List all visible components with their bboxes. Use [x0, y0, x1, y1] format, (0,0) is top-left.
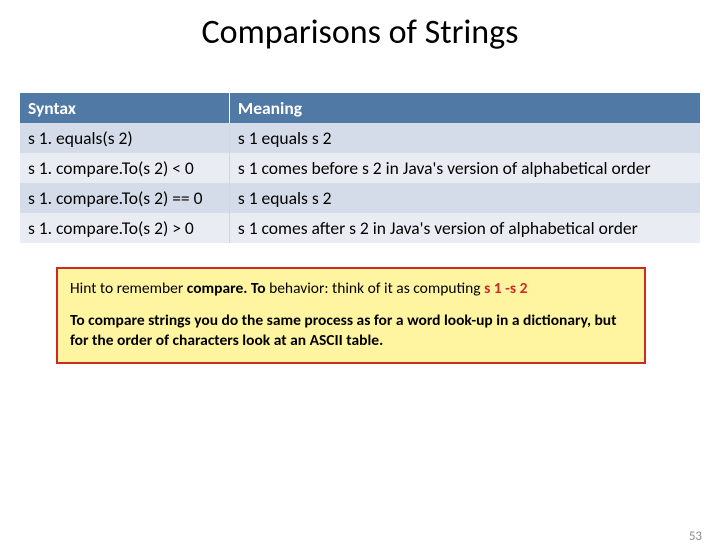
- cell-meaning: s 1 equals s 2: [229, 123, 700, 153]
- table-row: s 1. compare.To(s 2) > 0 s 1 comes after…: [20, 213, 700, 243]
- table-row: s 1. compare.To(s 2) < 0 s 1 comes befor…: [20, 153, 700, 183]
- cell-syntax: s 1. compare.To(s 2) < 0: [20, 153, 229, 183]
- col-header-syntax: Syntax: [20, 93, 229, 123]
- hint-line-2: To compare strings you do the same proce…: [70, 311, 632, 351]
- slide-title: Comparisons of Strings: [0, 12, 720, 53]
- cell-syntax: s 1. compare.To(s 2) == 0: [20, 183, 229, 213]
- table-header-row: Syntax Meaning: [20, 93, 700, 123]
- cell-syntax: s 1. equals(s 2): [20, 123, 229, 153]
- table-row: s 1. equals(s 2) s 1 equals s 2: [20, 123, 700, 153]
- hint-formula: s 1 -s 2: [484, 279, 527, 298]
- cell-meaning: s 1 comes before s 2 in Java's version o…: [229, 153, 700, 183]
- page-number: 53: [689, 529, 702, 544]
- hint-line-1: Hint to remember compare. To behavior: t…: [70, 279, 632, 299]
- cell-meaning: s 1 comes after s 2 in Java's version of…: [229, 213, 700, 243]
- cell-syntax: s 1. compare.To(s 2) > 0: [20, 213, 229, 243]
- hint-text: Hint to remember: [70, 279, 187, 298]
- hint-compareTo: compare. To: [187, 279, 266, 298]
- cell-meaning: s 1 equals s 2: [229, 183, 700, 213]
- table-row: s 1. compare.To(s 2) == 0 s 1 equals s 2: [20, 183, 700, 213]
- hint-text: behavior: think of it as computing: [266, 279, 485, 298]
- col-header-meaning: Meaning: [229, 93, 700, 123]
- hint-box: Hint to remember compare. To behavior: t…: [56, 267, 646, 364]
- comparison-table: Syntax Meaning s 1. equals(s 2) s 1 equa…: [20, 93, 700, 243]
